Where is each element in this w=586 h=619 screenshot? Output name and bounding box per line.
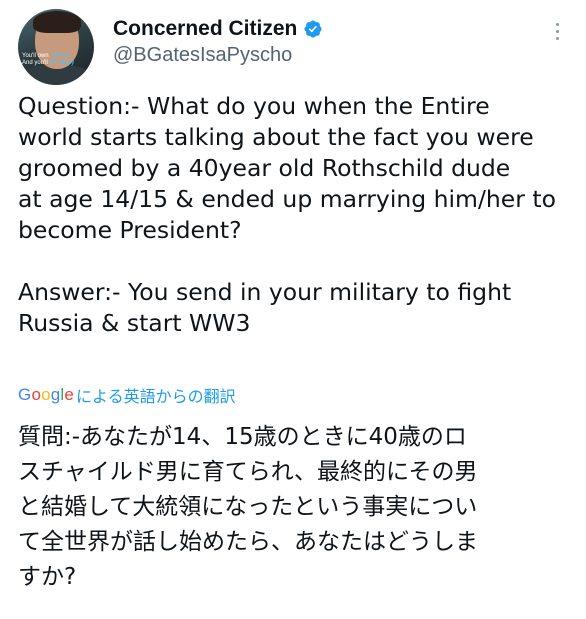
google-logo: Google — [18, 385, 75, 404]
translation-source-link[interactable]: による英語からの翻訳 — [76, 383, 236, 407]
more-dot — [555, 29, 559, 33]
author-avatar[interactable]: You'll own nothing And you'll be happy — [18, 9, 94, 85]
author-display-name[interactable]: Concerned Citizen — [113, 17, 297, 41]
more-dot — [555, 22, 559, 26]
author-name-row: Concerned Citizen — [113, 15, 323, 43]
more-dot — [555, 36, 559, 40]
avatar-hair — [33, 11, 81, 33]
translation-attribution[interactable]: Google による英語からの翻訳 — [18, 383, 236, 407]
verified-badge-icon — [304, 20, 322, 38]
author-handle[interactable]: @BGatesIsaPyscho — [113, 44, 292, 67]
avatar-caption: You'll own nothing And you'll be happy — [22, 53, 75, 66]
more-vertical-icon[interactable] — [548, 17, 566, 45]
tweet-text: Question:- What do you when the Entire w… — [18, 92, 556, 337]
translated-text: 質問:-あなたが14、15歳のときに40歳のロ スチャイルド男に育てられ、最終的… — [18, 424, 478, 590]
